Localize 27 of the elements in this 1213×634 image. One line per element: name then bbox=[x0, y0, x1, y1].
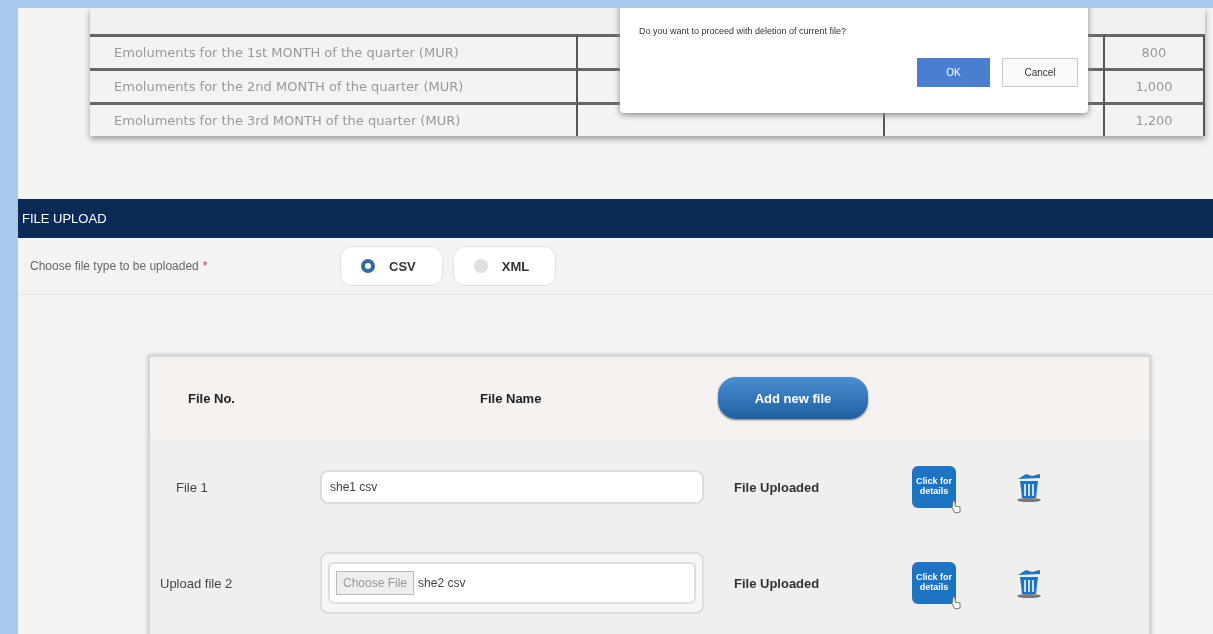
upload-status: File Uploaded bbox=[734, 575, 821, 591]
file-label: Upload file 2 bbox=[159, 575, 234, 591]
radio-option[interactable]: XML bbox=[452, 246, 557, 286]
column-header: File Name bbox=[479, 390, 543, 406]
radio-option[interactable]: CSV bbox=[340, 246, 443, 286]
file-name-text: she2 csv bbox=[418, 576, 466, 590]
row-label: Emoluments for the 1st MONTH of the quarter (MUR) bbox=[90, 34, 578, 68]
ok-button[interactable]: OK bbox=[917, 58, 990, 87]
add-file-button[interactable]: Add new file bbox=[718, 377, 868, 419]
hand-pointer-icon bbox=[950, 596, 962, 610]
row-label: Emoluments for the 3rd MONTH of the quarter (MUR) bbox=[90, 102, 578, 136]
cancel-button[interactable]: Cancel bbox=[1002, 58, 1078, 87]
file-name-field[interactable]: she1 csv bbox=[320, 470, 704, 504]
row-label: Emoluments for the 2nd MONTH of the quarter (MUR) bbox=[90, 68, 578, 102]
field-label: Choose file type to be uploaded * bbox=[30, 259, 209, 273]
radio-icon bbox=[361, 259, 375, 273]
radio-icon bbox=[473, 259, 488, 273]
dialog-message: Do you want to proceed with deletion of current file? bbox=[639, 26, 847, 36]
upload-status: File Uploaded bbox=[734, 479, 821, 495]
total-cell: 1,200 bbox=[1105, 102, 1205, 136]
column-header: File No. bbox=[187, 390, 236, 406]
section-header: FILE UPLOAD bbox=[18, 199, 1213, 238]
total-cell: 800 bbox=[1105, 34, 1205, 68]
total-cell: 1,000 bbox=[1105, 68, 1205, 102]
hand-pointer-icon bbox=[950, 500, 962, 514]
file-chooser-field[interactable]: Choose File she2 csv bbox=[320, 552, 704, 614]
file-label: File 1 bbox=[175, 479, 209, 495]
